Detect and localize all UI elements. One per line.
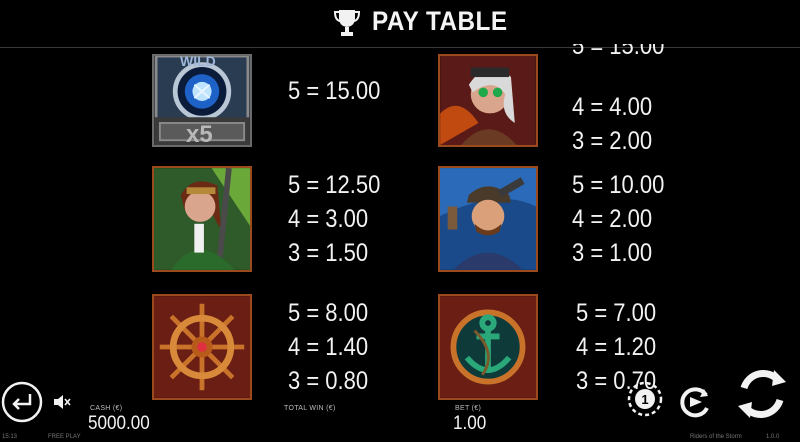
status-version: 1.0.0 — [766, 434, 780, 440]
pay-line: 5 = 15.00 — [288, 77, 381, 105]
bet-value: 1.00 — [453, 413, 487, 434]
engineer-woman-symbol-icon — [438, 54, 538, 147]
sound-muted-icon — [54, 395, 71, 409]
pay-line: 5 = 7.00 — [576, 299, 657, 327]
bet-settings-button[interactable]: 1 — [626, 380, 664, 418]
miner-man-pays: 5 = 10.00 4 = 2.00 3 = 1.00 — [572, 168, 664, 270]
pay-line: 4 = 2.00 — [572, 205, 653, 233]
woman-with-rifle-symbol-icon — [152, 166, 252, 272]
spin-button[interactable] — [734, 366, 790, 422]
status-game-name: Riders of the Storm — [690, 434, 742, 440]
ship-wheel-symbol-icon — [152, 294, 252, 400]
pay-line: 5 = 10.00 — [572, 171, 665, 199]
miner-man-symbol-icon — [438, 166, 538, 272]
spin-icon — [738, 370, 786, 418]
wild-multiplier: x5 — [186, 121, 213, 147]
status-time: 15:13 — [2, 434, 18, 440]
back-arrow-icon — [1, 381, 43, 423]
wild-label: WILD — [180, 54, 216, 69]
autoplay-button[interactable] — [676, 383, 714, 421]
total-win-label: TOTAL WIN (€) — [284, 405, 336, 412]
pay-line: 3 = 1.50 — [288, 239, 369, 267]
paytable-header: PAY TABLE — [0, 0, 800, 48]
cash-label: CASH (€) — [90, 405, 123, 412]
cash-value: 5000.00 — [88, 413, 150, 434]
pay-line: 4 = 1.20 — [576, 333, 657, 361]
trophy-icon — [333, 10, 361, 36]
woman-with-rifle-pays: 5 = 12.50 4 = 3.00 3 = 1.50 — [288, 168, 380, 270]
pay-line: 4 = 3.00 — [288, 205, 369, 233]
bet-label: BET (€) — [455, 405, 482, 412]
pay-line: 4 = 1.40 — [288, 333, 369, 361]
pay-line: 3 = 1.00 — [572, 239, 653, 267]
pay-line: 4 = 4.00 — [572, 93, 653, 121]
wild-symbol-icon: WILD x5 — [152, 54, 252, 147]
pay-line: 3 = 0.80 — [288, 367, 369, 395]
back-button[interactable] — [0, 380, 44, 424]
pay-line: 5 = 8.00 — [288, 299, 369, 327]
engineer-woman-pays: 5 = 15.00 4 = 4.00 3 = 2.00 — [572, 44, 664, 158]
autoplay-icon — [680, 387, 709, 418]
pay-line: 3 = 2.00 — [572, 127, 653, 155]
coin-stack-icon: 1 — [627, 381, 663, 417]
status-mode: FREE PLAY — [48, 434, 81, 440]
status-bar: 15:13 FREE PLAY Riders of the Storm 1.0.… — [0, 434, 800, 442]
wild-pays: 5 = 15.00 — [288, 74, 380, 108]
pay-line: 5 = 15.00 — [572, 44, 665, 60]
anchor-symbol-icon — [438, 294, 538, 400]
sound-toggle-button[interactable] — [53, 394, 71, 410]
svg-text:1: 1 — [641, 392, 648, 407]
pay-line: 5 = 12.50 — [288, 171, 381, 199]
ship-wheel-pays: 5 = 8.00 4 = 1.40 3 = 0.80 — [288, 296, 368, 398]
page-title: PAY TABLE — [372, 6, 508, 36]
